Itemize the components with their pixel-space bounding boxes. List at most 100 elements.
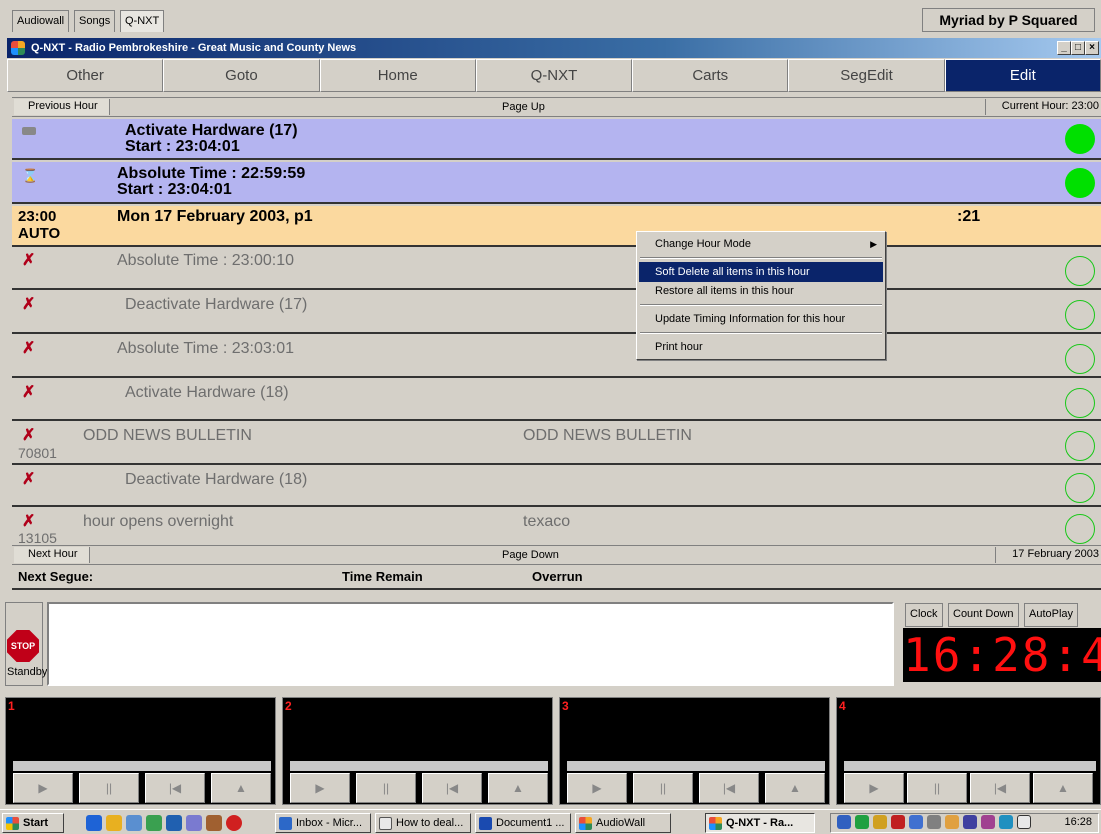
nav-segedit-button[interactable]: SegEdit [788, 59, 945, 92]
close-icon[interactable]: × [1085, 41, 1099, 55]
row-start: Start : 23:04:01 [117, 181, 232, 198]
taskbar-app-how-to-deal[interactable]: How to deal... [375, 813, 471, 833]
row-title: Activate Hardware (18) [125, 384, 289, 401]
tray-monitor-icon[interactable] [855, 815, 869, 829]
tray-clock[interactable]: 16:28 [1064, 816, 1092, 828]
maximize-icon[interactable]: □ [1071, 41, 1085, 55]
tray-chat-icon[interactable] [909, 815, 923, 829]
log-row-absolute-time-225959[interactable]: ⌛ Absolute Time : 22:59:59 Start : 23:04… [12, 162, 1101, 204]
player-progress-bar[interactable] [567, 761, 825, 771]
log-row-odd-news-bulletin[interactable]: ✗ ODD NEWS BULLETIN ODD NEWS BULLETIN 70… [12, 423, 1101, 465]
player-3[interactable]: 3 ▶ || |◀ ▲ [559, 697, 830, 805]
tray-app-icon[interactable] [963, 815, 977, 829]
explorer-icon[interactable] [126, 815, 142, 831]
top-strip: Audiowall Songs Q-NXT Myriad by P Square… [0, 0, 1101, 37]
tab-clock[interactable]: Clock [905, 603, 943, 627]
pause-icon[interactable]: || [907, 773, 967, 803]
cue-icon[interactable]: |◀ [422, 773, 482, 803]
page-up-button[interactable]: Page Up [502, 101, 545, 113]
taskbar-app-label: AudioWall [596, 817, 646, 829]
tray-user-icon[interactable] [945, 815, 959, 829]
menu-separator [640, 332, 882, 334]
log-row-absolute-time-230010[interactable]: ✗ Absolute Time : 23:00:10 [12, 248, 1101, 290]
player-4[interactable]: 4 ▶ || |◀ ▲ [836, 697, 1101, 805]
pause-icon[interactable]: || [356, 773, 416, 803]
row-title: hour opens overnight [83, 513, 234, 530]
nav-carts-button[interactable]: Carts [632, 59, 789, 92]
previous-hour-button[interactable]: Previous Hour [14, 99, 110, 115]
tab-count-down[interactable]: Count Down [948, 603, 1019, 627]
play-icon[interactable]: ▶ [13, 773, 73, 803]
next-hour-button[interactable]: Next Hour [14, 547, 90, 563]
tray-volume-icon[interactable] [873, 815, 887, 829]
eject-icon[interactable]: ▲ [1033, 773, 1093, 803]
ie-icon[interactable] [86, 815, 102, 831]
menu-print-hour[interactable]: Print hour [639, 337, 883, 357]
log-row-activate-hw-17[interactable]: Activate Hardware (17) Start : 23:04:01 [12, 119, 1101, 160]
player-2[interactable]: 2 ▶ || |◀ ▲ [282, 697, 553, 805]
nav-home-button[interactable]: Home [319, 59, 476, 92]
nav-qnxt-button[interactable]: Q-NXT [475, 59, 633, 92]
log-row-deactivate-hw-17[interactable]: ✗ Deactivate Hardware (17) [12, 292, 1101, 334]
tray-app3-icon[interactable] [999, 815, 1013, 829]
menu-soft-delete[interactable]: Soft Delete all items in this hour [639, 262, 883, 282]
player-progress-bar[interactable] [844, 761, 1096, 771]
tab-q-nxt[interactable]: Q-NXT [120, 10, 165, 32]
hour-time: 23:00 [18, 208, 57, 225]
cue-icon[interactable]: |◀ [699, 773, 759, 803]
page-up-strip: Previous Hour Page Up Current Hour: 23:0… [12, 97, 1101, 117]
eject-icon[interactable]: ▲ [488, 773, 548, 803]
menu-update-timing[interactable]: Update Timing Information for this hour [639, 309, 883, 329]
log-row-deactivate-hw-18[interactable]: ✗ Deactivate Hardware (18) [12, 467, 1101, 507]
tray-tool-icon[interactable] [927, 815, 941, 829]
hour-header-row[interactable]: 23:00 AUTO Mon 17 February 2003, p1 :21 [12, 206, 1101, 247]
eject-icon[interactable]: ▲ [211, 773, 271, 803]
nav-other-button[interactable]: Other [7, 59, 164, 92]
tab-autoplay[interactable]: AutoPlay [1024, 603, 1079, 627]
taskbar-app-document1[interactable]: Document1 ... [475, 813, 571, 833]
tab-songs[interactable]: Songs [74, 10, 116, 32]
tray-mail-icon[interactable] [1017, 815, 1031, 829]
calendar-icon[interactable] [166, 815, 182, 831]
log-row-hour-opens-overnight[interactable]: ✗ hour opens overnight texaco 13105 [12, 509, 1101, 546]
minimize-icon[interactable]: _ [1057, 41, 1071, 55]
taskbar-app-audiowall[interactable]: AudioWall [575, 813, 671, 833]
menu-change-hour-mode[interactable]: Change Hour Mode ▶ [639, 234, 883, 254]
tab-audiowall[interactable]: Audiowall [12, 10, 70, 32]
nav-goto-button[interactable]: Goto [163, 59, 320, 92]
desktop-icon[interactable] [146, 815, 162, 831]
log-row-absolute-time-230301[interactable]: ✗ Absolute Time : 23:03:01 [12, 336, 1101, 378]
pause-icon[interactable]: || [633, 773, 693, 803]
window-title-bar[interactable]: Q-NXT - Radio Pembrokeshire - Great Musi… [7, 38, 1101, 58]
cue-icon[interactable]: |◀ [145, 773, 205, 803]
cue-icon[interactable]: |◀ [970, 773, 1030, 803]
taskbar-app-inbox[interactable]: Inbox - Micr... [275, 813, 371, 833]
play-icon[interactable]: ▶ [844, 773, 904, 803]
status-indicator [1065, 256, 1095, 286]
notes-icon[interactable] [186, 815, 202, 831]
pause-icon[interactable]: || [79, 773, 139, 803]
page-down-button[interactable]: Page Down [502, 549, 559, 561]
player-1[interactable]: 1 ▶ || |◀ ▲ [5, 697, 276, 805]
player-number: 2 [285, 699, 292, 713]
start-button[interactable]: Start [2, 813, 64, 833]
play-icon[interactable]: ▶ [567, 773, 627, 803]
deleted-item-icon: ✗ [22, 513, 36, 530]
next-segue-label: Next Segue: [18, 569, 94, 584]
nav-edit-button[interactable]: Edit [944, 59, 1101, 92]
eject-icon[interactable]: ▲ [765, 773, 825, 803]
mail-icon [379, 817, 392, 830]
tool-icon[interactable] [206, 815, 222, 831]
menu-restore[interactable]: Restore all items in this hour [639, 281, 883, 301]
media-icon[interactable] [226, 815, 242, 831]
taskbar-app-label: Inbox - Micr... [296, 817, 363, 829]
tray-antivirus-icon[interactable] [891, 815, 905, 829]
tray-app2-icon[interactable] [981, 815, 995, 829]
taskbar-app-qnxt[interactable]: Q-NXT - Ra... [705, 813, 815, 833]
player-progress-bar[interactable] [290, 761, 548, 771]
log-row-activate-hw-18[interactable]: ✗ Activate Hardware (18) [12, 380, 1101, 421]
tray-network-icon[interactable] [837, 815, 851, 829]
player-progress-bar[interactable] [13, 761, 271, 771]
play-icon[interactable]: ▶ [290, 773, 350, 803]
outlook-icon[interactable] [106, 815, 122, 831]
